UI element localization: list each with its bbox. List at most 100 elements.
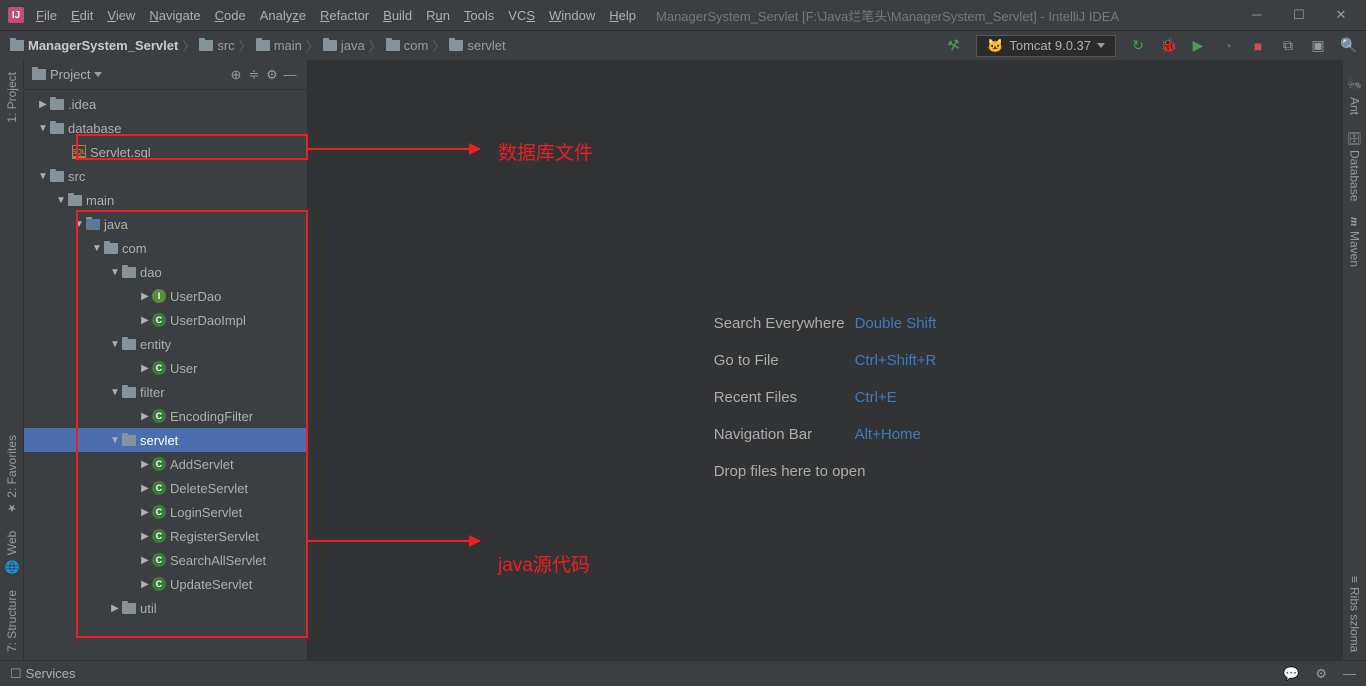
status-services[interactable]: Services	[26, 666, 76, 681]
rail-ant[interactable]: 🐜Ant	[1346, 70, 1364, 123]
menu-code[interactable]: Code	[215, 8, 246, 23]
tree-folder-database[interactable]: database	[24, 116, 307, 140]
welcome-goto-key: Ctrl+Shift+R	[855, 352, 937, 369]
status-lock-icon[interactable]: —	[1343, 666, 1356, 682]
split-icon[interactable]: ▣	[1310, 37, 1326, 54]
main-menu: File Edit View Navigate Code Analyze Ref…	[36, 8, 636, 23]
run-config-label: Tomcat 9.0.37	[1009, 38, 1091, 53]
menu-window[interactable]: Window	[549, 8, 595, 23]
status-settings-icon[interactable]: ⚙	[1315, 666, 1327, 682]
rail-web[interactable]: 🌐Web	[3, 523, 21, 582]
breadcrumb[interactable]: ManagerSystem_Servlet 〉 src 〉 main 〉 jav…	[10, 36, 506, 55]
coverage-icon[interactable]: ▶	[1190, 37, 1206, 54]
tree-folder-main[interactable]: main	[24, 188, 307, 212]
status-bar: ☐ Services 💬 ⚙ —	[0, 660, 1366, 686]
tree-package-util[interactable]: util	[24, 596, 307, 620]
menu-help[interactable]: Help	[609, 8, 636, 23]
annotation-arrow-java	[308, 540, 480, 542]
annotation-text-db: 数据库文件	[498, 138, 593, 165]
tree-class-registerservlet[interactable]: CRegisterServlet	[24, 524, 307, 548]
annotation-arrow-db	[308, 148, 480, 150]
minimize-button[interactable]: ─	[1248, 7, 1266, 23]
sql-icon: SQL	[72, 145, 86, 159]
tree-package-filter[interactable]: filter	[24, 380, 307, 404]
menu-build[interactable]: Build	[383, 8, 412, 23]
right-tool-rail: 🐜Ant 🗄Database mMaven ≡Ribs szloma	[1342, 60, 1366, 660]
rail-maven[interactable]: mMaven	[1345, 209, 1364, 274]
tree-header-label: Project	[50, 67, 90, 82]
tree-folder-java[interactable]: java	[24, 212, 307, 236]
run-config-selector[interactable]: 🐱 Tomcat 9.0.37	[976, 35, 1116, 57]
chevron-down-icon	[1097, 43, 1105, 48]
folder-icon	[10, 40, 24, 51]
menu-refactor[interactable]: Refactor	[320, 8, 369, 23]
tree-package-dao[interactable]: dao	[24, 260, 307, 284]
folder-icon	[32, 69, 46, 80]
menu-file[interactable]: File	[36, 8, 57, 23]
left-tool-rail: 1: Project 2: Favorites 🌐Web 7: Structur…	[0, 60, 24, 660]
tree-class-searchallservlet[interactable]: CSearchAllServlet	[24, 548, 307, 572]
locate-icon[interactable]: ⊕	[227, 67, 245, 83]
menu-navigate[interactable]: Navigate	[149, 8, 200, 23]
tree-package-servlet[interactable]: servlet	[24, 428, 307, 452]
rail-structure[interactable]: 7: Structure	[3, 582, 21, 660]
folder-icon	[449, 40, 463, 51]
rail-favorites[interactable]: 2: Favorites	[3, 427, 21, 523]
tree-folder-idea[interactable]: .idea	[24, 92, 307, 116]
welcome-goto-label: Go to File	[714, 352, 845, 369]
menu-view[interactable]: View	[107, 8, 135, 23]
hide-icon[interactable]: —	[281, 67, 299, 82]
profile-icon[interactable]: ◔	[1220, 38, 1236, 54]
menu-analyze[interactable]: Analyze	[260, 8, 306, 23]
tree-package-com[interactable]: com	[24, 236, 307, 260]
close-button[interactable]: ✕	[1332, 7, 1350, 23]
vcs-icon[interactable]: ⧉	[1280, 37, 1296, 54]
class-icon: C	[152, 577, 166, 591]
rail-ribs[interactable]: ≡Ribs szloma	[1346, 568, 1364, 660]
status-event-icon[interactable]: 💬	[1283, 666, 1299, 682]
folder-icon	[386, 40, 400, 51]
menu-edit[interactable]: Edit	[71, 8, 93, 23]
tree-class-encodingfilter[interactable]: CEncodingFilter	[24, 404, 307, 428]
stop-icon[interactable]: ■	[1250, 38, 1266, 54]
menu-tools[interactable]: Tools	[464, 8, 494, 23]
project-tree[interactable]: .idea database SQLServlet.sql src main j…	[24, 90, 307, 660]
tree-class-loginservlet[interactable]: CLoginServlet	[24, 500, 307, 524]
maximize-button[interactable]: ☐	[1290, 7, 1308, 23]
build-icon[interactable]: ⚒	[944, 35, 964, 56]
navigation-bar: ManagerSystem_Servlet 〉 src 〉 main 〉 jav…	[0, 30, 1366, 60]
menu-vcs[interactable]: VCS	[508, 8, 535, 23]
tree-class-updateservlet[interactable]: CUpdateServlet	[24, 572, 307, 596]
class-icon: C	[152, 361, 166, 375]
chevron-down-icon	[94, 72, 102, 77]
rail-project[interactable]: 1: Project	[3, 64, 21, 131]
debug-icon[interactable]: 🐞	[1160, 37, 1176, 54]
tree-class-addservlet[interactable]: CAddServlet	[24, 452, 307, 476]
class-icon: C	[152, 313, 166, 327]
annotation-text-java: java源代码	[498, 550, 590, 577]
class-icon: C	[152, 409, 166, 423]
tree-class-userdaoimpl[interactable]: CUserDaoImpl	[24, 308, 307, 332]
window-controls: ─ ☐ ✕	[1248, 7, 1350, 23]
tree-class-user[interactable]: CUser	[24, 356, 307, 380]
editor-area: Search Everywhere Double Shift Go to File…	[308, 60, 1342, 660]
class-icon: C	[152, 553, 166, 567]
tree-file-servlet-sql[interactable]: SQLServlet.sql	[24, 140, 307, 164]
run-icon[interactable]: ↻	[1130, 37, 1146, 54]
welcome-shortcuts: Search Everywhere Double Shift Go to File…	[714, 315, 937, 480]
tree-package-entity[interactable]: entity	[24, 332, 307, 356]
tree-folder-src[interactable]: src	[24, 164, 307, 188]
tree-class-userdao[interactable]: IUserDao	[24, 284, 307, 308]
folder-icon	[199, 40, 213, 51]
welcome-search-key: Double Shift	[855, 315, 937, 332]
menu-run[interactable]: Run	[426, 8, 450, 23]
collapse-icon[interactable]: ≑	[245, 67, 263, 83]
rail-database[interactable]: 🗄Database	[1346, 123, 1364, 210]
welcome-drop-label: Drop files here to open	[714, 463, 937, 480]
project-tool-window: Project ⊕ ≑ ⚙ — .idea database SQLServle…	[24, 60, 308, 660]
welcome-search-label: Search Everywhere	[714, 315, 845, 332]
tree-class-deleteservlet[interactable]: CDeleteServlet	[24, 476, 307, 500]
search-icon[interactable]: 🔍	[1340, 37, 1356, 54]
settings-icon[interactable]: ⚙	[263, 67, 281, 83]
welcome-recent-key: Ctrl+E	[855, 389, 937, 406]
